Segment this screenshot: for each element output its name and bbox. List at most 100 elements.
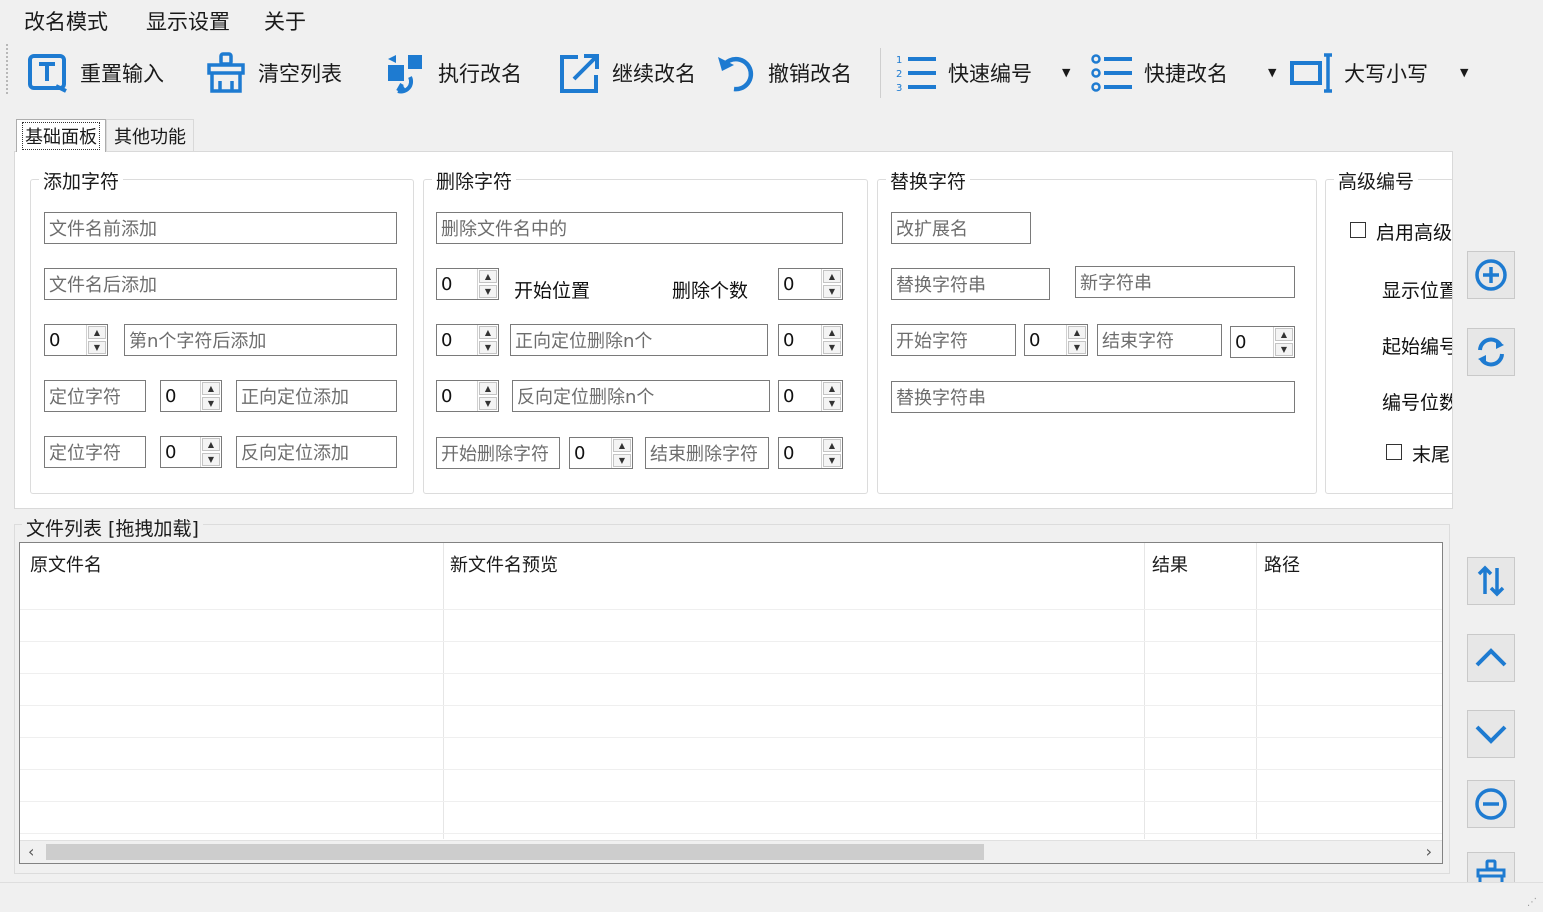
quick-rename-dropdown-icon[interactable]: ▼ bbox=[1268, 66, 1276, 79]
refresh-button[interactable] bbox=[1467, 328, 1515, 376]
spin-up-icon[interactable]: ▲ bbox=[823, 439, 841, 452]
move-up-button[interactable] bbox=[1467, 634, 1515, 682]
horizontal-scrollbar[interactable]: ‹ › bbox=[20, 840, 1442, 863]
scrollbar-thumb[interactable] bbox=[46, 844, 984, 860]
spin-up-icon[interactable]: ▲ bbox=[1275, 328, 1293, 341]
sort-button[interactable] bbox=[1467, 557, 1515, 605]
spin-up-icon[interactable]: ▲ bbox=[479, 270, 497, 283]
spin-up-icon[interactable]: ▲ bbox=[202, 382, 220, 395]
suffix-input[interactable]: 文件名后添加 bbox=[44, 268, 397, 300]
start-delete-char-stepper[interactable]: 0 ▲ ▼ bbox=[569, 437, 633, 469]
spin-up-icon[interactable]: ▲ bbox=[823, 270, 841, 283]
end-char-input[interactable]: 结束字符 bbox=[1097, 324, 1222, 356]
spin-up-icon[interactable]: ▲ bbox=[202, 438, 220, 451]
forward-locate-add-input[interactable]: 正向定位添加 bbox=[236, 380, 397, 412]
start-position-stepper[interactable]: 0 ▲ ▼ bbox=[436, 268, 499, 300]
display-position-label: 显示位置 bbox=[1382, 280, 1453, 302]
tab-basic-panel[interactable]: 基础面板 bbox=[16, 119, 106, 152]
continue-rename-button[interactable]: 继续改名 bbox=[558, 46, 696, 100]
scroll-left-icon[interactable]: ‹ bbox=[28, 841, 34, 863]
delete-in-name-input[interactable]: 删除文件名中的 bbox=[436, 212, 843, 244]
locate-offset-stepper-1[interactable]: 0 ▲ ▼ bbox=[160, 380, 222, 412]
enable-advanced-checkbox[interactable] bbox=[1350, 222, 1366, 238]
quick-number-button[interactable]: 1 2 3 快速编号 bbox=[894, 46, 1032, 100]
toolbar-grip[interactable] bbox=[6, 44, 10, 94]
menu-display-settings[interactable]: 显示设置 bbox=[140, 4, 236, 38]
spin-up-icon[interactable]: ▲ bbox=[613, 439, 631, 452]
locate-char-input-1[interactable]: 定位字符 bbox=[44, 380, 146, 412]
reset-input-button[interactable]: 重置输入 bbox=[26, 46, 164, 100]
replace-string-input-2[interactable]: 替换字符串 bbox=[891, 381, 1295, 413]
start-delete-char-input[interactable]: 开始删除字符 bbox=[436, 437, 560, 469]
end-char-stepper[interactable]: 0 ▲ ▼ bbox=[1230, 326, 1295, 358]
reverse-delete-stepper[interactable]: 0 ▲ ▼ bbox=[436, 380, 499, 412]
reverse-delete-n-input[interactable]: 反向定位删除n个 bbox=[512, 380, 770, 412]
clear-list-button[interactable]: 清空列表 bbox=[204, 46, 342, 100]
spin-down-icon[interactable]: ▼ bbox=[202, 397, 220, 410]
file-list-table[interactable]: 原文件名 新文件名预览 结果 路径 ‹ › bbox=[19, 542, 1443, 864]
locate-char-input-2[interactable]: 定位字符 bbox=[44, 436, 146, 468]
spin-up-icon[interactable]: ▲ bbox=[1068, 326, 1086, 339]
tab-other-functions[interactable]: 其他功能 bbox=[106, 119, 194, 152]
end-delete-char-stepper[interactable]: 0 ▲ ▼ bbox=[778, 437, 843, 469]
row-divider bbox=[20, 769, 1442, 770]
tail-checkbox[interactable] bbox=[1386, 444, 1402, 460]
change-extension-input[interactable]: 改扩展名 bbox=[891, 212, 1031, 244]
spin-up-icon[interactable]: ▲ bbox=[479, 382, 497, 395]
add-files-button[interactable] bbox=[1467, 251, 1515, 299]
spin-up-icon[interactable]: ▲ bbox=[479, 326, 497, 339]
spin-down-icon[interactable]: ▼ bbox=[88, 341, 106, 354]
forward-delete-n-input[interactable]: 正向定位删除n个 bbox=[510, 324, 768, 356]
start-char-input[interactable]: 开始字符 bbox=[891, 324, 1016, 356]
execute-rename-button[interactable]: 执行改名 bbox=[384, 46, 522, 100]
scroll-right-icon[interactable]: › bbox=[1426, 841, 1432, 863]
row-divider bbox=[20, 801, 1442, 802]
start-number-label: 起始编号 bbox=[1382, 336, 1453, 358]
reverse-locate-add-input[interactable]: 反向定位添加 bbox=[236, 436, 397, 468]
nth-position-stepper[interactable]: 0 ▲ ▼ bbox=[44, 324, 108, 356]
menu-rename-mode[interactable]: 改名模式 bbox=[18, 4, 114, 38]
spin-up-icon[interactable]: ▲ bbox=[823, 382, 841, 395]
spin-down-icon[interactable]: ▼ bbox=[823, 341, 841, 354]
undo-rename-button[interactable]: 撤销改名 bbox=[714, 46, 852, 100]
quick-number-dropdown-icon[interactable]: ▼ bbox=[1062, 66, 1070, 79]
spin-down-icon[interactable]: ▼ bbox=[823, 397, 841, 410]
end-delete-char-input[interactable]: 结束删除字符 bbox=[645, 437, 769, 469]
new-string-input[interactable]: 新字符串 bbox=[1075, 266, 1295, 298]
spin-up-icon[interactable]: ▲ bbox=[88, 326, 106, 339]
quick-rename-button[interactable]: 快捷改名 bbox=[1090, 46, 1228, 100]
delete-count-stepper[interactable]: 0 ▲ ▼ bbox=[778, 268, 843, 300]
column-result[interactable]: 结果 bbox=[1152, 551, 1188, 577]
spin-down-icon[interactable]: ▼ bbox=[202, 453, 220, 466]
spin-down-icon[interactable]: ▼ bbox=[613, 454, 631, 467]
column-original-name[interactable]: 原文件名 bbox=[30, 551, 102, 577]
forward-delete-n-stepper[interactable]: 0 ▲ ▼ bbox=[778, 324, 843, 356]
column-path[interactable]: 路径 bbox=[1264, 551, 1300, 577]
spin-down-icon[interactable]: ▼ bbox=[479, 341, 497, 354]
reverse-delete-n-stepper[interactable]: 0 ▲ ▼ bbox=[778, 380, 843, 412]
column-new-name-preview[interactable]: 新文件名预览 bbox=[450, 551, 558, 577]
prefix-input[interactable]: 文件名前添加 bbox=[44, 212, 397, 244]
spin-up-icon[interactable]: ▲ bbox=[823, 326, 841, 339]
case-label: 大写小写 bbox=[1344, 62, 1428, 86]
menu-about[interactable]: 关于 bbox=[258, 4, 312, 38]
spin-down-icon[interactable]: ▼ bbox=[479, 397, 497, 410]
quick-rename-label: 快捷改名 bbox=[1144, 62, 1228, 86]
case-dropdown-icon[interactable]: ▼ bbox=[1460, 66, 1468, 79]
resize-grip-icon[interactable]: ⋰ bbox=[1527, 897, 1537, 908]
row-divider bbox=[20, 609, 1442, 610]
spin-down-icon[interactable]: ▼ bbox=[823, 454, 841, 467]
remove-item-button[interactable] bbox=[1467, 780, 1515, 828]
replace-string-input[interactable]: 替换字符串 bbox=[891, 268, 1050, 300]
forward-delete-stepper[interactable]: 0 ▲ ▼ bbox=[436, 324, 499, 356]
case-button[interactable]: 大写小写 bbox=[1290, 46, 1428, 100]
spin-down-icon[interactable]: ▼ bbox=[1275, 343, 1293, 356]
spin-down-icon[interactable]: ▼ bbox=[479, 285, 497, 298]
move-down-button[interactable] bbox=[1467, 710, 1515, 758]
start-char-stepper[interactable]: 0 ▲ ▼ bbox=[1024, 324, 1088, 356]
add-chars-title: 添加字符 bbox=[39, 167, 124, 194]
spin-down-icon[interactable]: ▼ bbox=[823, 285, 841, 298]
locate-offset-stepper-2[interactable]: 0 ▲ ▼ bbox=[160, 436, 222, 468]
nth-char-add-input[interactable]: 第n个字符后添加 bbox=[124, 324, 397, 356]
spin-down-icon[interactable]: ▼ bbox=[1068, 341, 1086, 354]
